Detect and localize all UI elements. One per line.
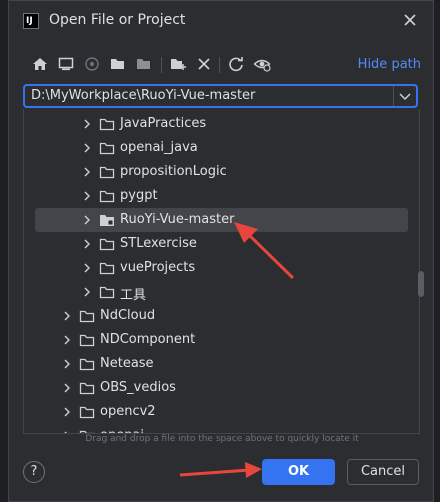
chevron-right-icon[interactable] bbox=[82, 238, 92, 250]
cancel-button[interactable]: Cancel bbox=[347, 459, 419, 485]
tree-row[interactable]: opencv2 bbox=[24, 400, 419, 424]
chevron-right-icon[interactable] bbox=[62, 358, 72, 370]
new-folder-plus-icon[interactable] bbox=[169, 55, 187, 73]
chevron-right-icon[interactable] bbox=[82, 214, 92, 226]
chevron-right-icon[interactable] bbox=[82, 166, 92, 178]
tree-row[interactable]: STLexercise bbox=[24, 232, 419, 256]
show-hidden-icon[interactable] bbox=[253, 55, 271, 73]
file-chooser-toolbar: Hide path bbox=[9, 53, 433, 77]
chevron-right-icon[interactable] bbox=[82, 142, 92, 154]
tree-row-label: vueProjects bbox=[120, 260, 196, 275]
chevron-right-icon[interactable] bbox=[62, 406, 72, 418]
file-tree: JavaPractices openai_java propositionLogic… bbox=[23, 109, 420, 434]
chevron-right-icon[interactable] bbox=[82, 262, 92, 274]
path-input-text[interactable]: D:\MyWorkplace\RuoYi-Vue-master bbox=[31, 88, 255, 103]
tree-row-label: opencv2 bbox=[100, 404, 156, 419]
tree-row[interactable]: NdCloud bbox=[24, 304, 419, 328]
chevron-right-icon[interactable] bbox=[82, 190, 92, 202]
dialog-titlebar: IJ Open File or Project bbox=[9, 1, 433, 41]
tree-row-label: STLexercise bbox=[120, 236, 197, 251]
tree-row-label: JavaPractices bbox=[120, 116, 207, 131]
open-file-dialog: IJ Open File or Project Hide path D:\MyW… bbox=[8, 0, 434, 502]
tree-row-label: 工具 bbox=[120, 288, 147, 303]
module-folder-icon bbox=[137, 59, 150, 69]
chevron-right-icon[interactable] bbox=[82, 118, 92, 130]
delete-icon[interactable] bbox=[195, 55, 213, 73]
tree-row-label: NdCloud bbox=[100, 308, 156, 323]
tree-row-label: Netease bbox=[100, 356, 154, 371]
hide-path-link[interactable]: Hide path bbox=[358, 57, 421, 72]
tree-row[interactable]: NDComponent bbox=[24, 328, 419, 352]
module-folder-icon bbox=[100, 215, 114, 226]
folder-icon bbox=[79, 358, 95, 371]
tree-row[interactable]: Netease bbox=[24, 352, 419, 376]
desktop-icon[interactable] bbox=[57, 55, 75, 73]
tree-row-label: propositionLogic bbox=[120, 164, 227, 179]
folder-icon bbox=[79, 310, 95, 323]
folder-icon bbox=[99, 262, 115, 275]
tree-row[interactable]: OBS_vedios bbox=[24, 376, 419, 400]
dialog-title: Open File or Project bbox=[49, 12, 186, 28]
folder-icon bbox=[99, 118, 115, 131]
tree-row-label: NDComponent bbox=[100, 332, 196, 347]
tree-row[interactable]: propositionLogic bbox=[24, 160, 419, 184]
chevron-down-icon[interactable] bbox=[393, 86, 416, 106]
refresh-icon[interactable] bbox=[227, 55, 245, 73]
tree-row-label: openai_java bbox=[120, 140, 198, 155]
help-button[interactable]: ? bbox=[23, 461, 45, 483]
tree-row[interactable]: RuoYi-Vue-master bbox=[24, 208, 419, 232]
toolbar-separator bbox=[161, 57, 162, 73]
tree-scrollbar[interactable] bbox=[418, 271, 424, 297]
path-input[interactable]: D:\MyWorkplace\RuoYi-Vue-master bbox=[23, 84, 418, 108]
tree-row-label: pygpt bbox=[120, 188, 158, 203]
drag-drop-hint: Drag and drop a file into the space abov… bbox=[85, 434, 359, 444]
close-icon[interactable] bbox=[401, 11, 419, 29]
intellij-logo: IJ bbox=[23, 13, 39, 29]
tree-row[interactable]: pygpt bbox=[24, 184, 419, 208]
tree-row[interactable]: JavaPractices bbox=[24, 112, 419, 136]
tree-row-label: RuoYi-Vue-master bbox=[120, 212, 235, 227]
tree-row-label: OBS_vedios bbox=[100, 380, 176, 395]
folder-icon bbox=[99, 190, 115, 203]
chevron-right-icon[interactable] bbox=[82, 286, 92, 298]
folder-icon bbox=[99, 238, 115, 251]
folder-icon bbox=[99, 142, 115, 155]
background-editor-edge bbox=[434, 0, 440, 502]
chevron-right-icon[interactable] bbox=[62, 310, 72, 322]
tree-row[interactable]: openai bbox=[24, 424, 419, 433]
toolbar-separator bbox=[219, 57, 220, 73]
tree-row[interactable]: 工具 bbox=[24, 280, 419, 304]
tree-row[interactable]: openai_java bbox=[24, 136, 419, 160]
home-icon[interactable] bbox=[31, 55, 49, 73]
folder-icon bbox=[79, 382, 95, 395]
ok-button[interactable]: OK bbox=[262, 459, 335, 485]
folder-icon bbox=[79, 334, 95, 347]
project-icon bbox=[85, 57, 99, 71]
tree-row[interactable]: vueProjects bbox=[24, 256, 419, 280]
background-editor-gutter bbox=[0, 0, 8, 502]
folder-icon bbox=[99, 286, 115, 299]
folder-icon bbox=[79, 406, 95, 419]
new-folder-icon[interactable] bbox=[109, 55, 127, 73]
folder-icon bbox=[99, 166, 115, 179]
chevron-right-icon[interactable] bbox=[62, 382, 72, 394]
chevron-right-icon[interactable] bbox=[62, 334, 72, 346]
